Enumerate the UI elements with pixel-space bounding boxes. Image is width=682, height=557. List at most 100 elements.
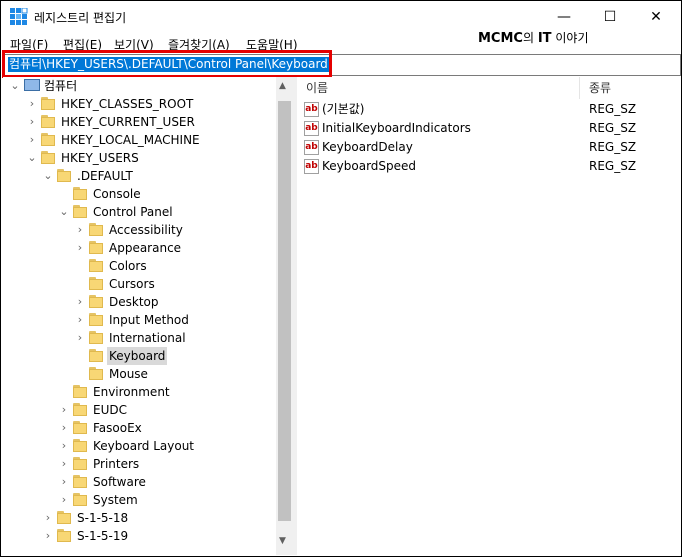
tree-node-label: HKEY_USERS: [61, 151, 139, 165]
tree-node-label: S-1-5-18: [77, 511, 129, 525]
tree-node-label: HKEY_CLASSES_ROOT: [61, 97, 194, 111]
folder-icon: [41, 115, 55, 128]
values-list: 이름 종류 ab (기본값) REG_SZ ab InitialKeyboardIndi…: [297, 77, 681, 555]
folder-icon: [89, 313, 103, 326]
computer-icon: [24, 79, 40, 91]
tree-node-label: Desktop: [109, 295, 159, 309]
tree-scrollbar[interactable]: ▲ ▼: [276, 77, 293, 555]
chevron-right-icon[interactable]: ›: [59, 494, 69, 506]
tree-node-label: EUDC: [93, 403, 127, 417]
value-name: (기본값): [322, 102, 365, 116]
tree-node-label: Control Panel: [93, 205, 173, 219]
folder-icon: [73, 475, 87, 488]
folder-icon: [73, 403, 87, 416]
tree-node-label: System: [93, 493, 138, 507]
watermark-middle: 의: [522, 31, 538, 45]
column-divider[interactable]: [579, 77, 580, 99]
tree-node-label: Keyboard Layout: [93, 439, 195, 453]
chevron-right-icon[interactable]: ›: [59, 404, 69, 416]
string-value-icon: ab: [304, 140, 319, 155]
chevron-right-icon[interactable]: ›: [75, 296, 85, 308]
chevron-right-icon[interactable]: ›: [75, 332, 85, 344]
folder-icon: [89, 241, 103, 254]
chevron-right-icon[interactable]: ›: [59, 440, 69, 452]
chevron-right-icon[interactable]: ›: [43, 530, 53, 542]
watermark-it: IT: [537, 31, 552, 46]
tree-node-label: FasooEx: [93, 421, 142, 435]
close-icon: ✕: [650, 8, 662, 25]
tree-node-label: .DEFAULT: [77, 169, 133, 183]
chevron-down-icon[interactable]: ⌄: [59, 206, 69, 218]
chevron-right-icon[interactable]: ›: [75, 242, 85, 254]
folder-icon: [89, 349, 103, 362]
folder-icon: [73, 205, 87, 218]
scrollbar-thumb[interactable]: [278, 101, 291, 521]
folder-icon: [73, 385, 87, 398]
folder-icon: [89, 367, 103, 380]
scroll-down-icon[interactable]: ▼: [279, 536, 286, 546]
tree-node-label: HKEY_LOCAL_MACHINE: [61, 133, 200, 147]
folder-icon: [73, 187, 87, 200]
folder-icon: [57, 169, 71, 182]
column-header-name[interactable]: 이름: [306, 77, 328, 99]
minimize-button[interactable]: —: [541, 1, 587, 32]
folder-icon: [89, 259, 103, 272]
chevron-down-icon[interactable]: ⌄: [43, 170, 53, 182]
chevron-right-icon[interactable]: ›: [43, 512, 53, 524]
folder-icon: [41, 133, 55, 146]
tree-node-label: International: [109, 331, 186, 345]
chevron-right-icon[interactable]: ›: [75, 314, 85, 326]
chevron-right-icon[interactable]: ›: [27, 98, 37, 110]
folder-icon: [89, 331, 103, 344]
minimize-icon: —: [557, 8, 571, 25]
tree-node-label: 컴퓨터: [44, 79, 78, 93]
chevron-right-icon[interactable]: ›: [59, 476, 69, 488]
maximize-button[interactable]: ☐: [587, 1, 633, 32]
tree-node-label: Keyboard: [107, 347, 168, 365]
string-value-icon: ab: [304, 159, 319, 174]
folder-icon: [41, 151, 55, 164]
folder-icon: [73, 493, 87, 506]
regedit-window: 레지스트리 편집기 — ☐ ✕ 파일(F) 편집(E) 보기(V) 즐겨찾기(A…: [0, 0, 682, 557]
chevron-right-icon[interactable]: ›: [27, 134, 37, 146]
address-highlight-box: [2, 50, 332, 78]
tree-node-label: Environment: [93, 385, 170, 399]
scroll-up-icon[interactable]: ▲: [279, 81, 286, 91]
folder-icon: [73, 439, 87, 452]
folder-icon: [73, 421, 87, 434]
chevron-down-icon[interactable]: ⌄: [10, 80, 20, 92]
maximize-icon: ☐: [603, 8, 617, 25]
value-type: REG_SZ: [589, 102, 637, 116]
title-bar: 레지스트리 편집기 — ☐ ✕: [1, 1, 681, 32]
registry-tree: ⌄ 컴퓨터 › HKEY_CLASSES_ROOT › HKEY_CURRENT_US…: [3, 77, 293, 555]
chevron-right-icon[interactable]: ›: [75, 224, 85, 236]
value-name: KeyboardSpeed: [322, 159, 417, 173]
folder-icon: [73, 457, 87, 470]
value-type: REG_SZ: [589, 159, 637, 173]
value-row[interactable]: ab KeyboardSpeed REG_SZ: [297, 157, 681, 176]
value-type: REG_SZ: [589, 121, 637, 135]
chevron-right-icon[interactable]: ›: [59, 422, 69, 434]
tree-node-label: Appearance: [109, 241, 182, 255]
folder-icon: [57, 529, 71, 542]
chevron-down-icon[interactable]: ⌄: [27, 152, 37, 164]
value-name: KeyboardDelay: [322, 140, 413, 154]
string-value-icon: ab: [304, 121, 319, 136]
column-header-type[interactable]: 종류: [589, 77, 611, 99]
close-button[interactable]: ✕: [633, 1, 679, 32]
value-row[interactable]: ab (기본값) REG_SZ: [297, 100, 681, 119]
tree-node-label: Accessibility: [109, 223, 183, 237]
folder-icon: [89, 295, 103, 308]
chevron-right-icon[interactable]: ›: [59, 458, 69, 470]
tree-node-label: Console: [93, 187, 141, 201]
value-type: REG_SZ: [589, 140, 637, 154]
regedit-app-icon: [10, 8, 28, 25]
folder-icon: [89, 277, 103, 290]
chevron-right-icon[interactable]: ›: [27, 116, 37, 128]
value-name: InitialKeyboardIndicators: [322, 121, 471, 135]
folder-icon: [89, 223, 103, 236]
tree-node-label: Mouse: [109, 367, 148, 381]
value-row[interactable]: ab InitialKeyboardIndicators REG_SZ: [297, 119, 681, 138]
value-row[interactable]: ab KeyboardDelay REG_SZ: [297, 138, 681, 157]
tree-node-label: Software: [93, 475, 146, 489]
